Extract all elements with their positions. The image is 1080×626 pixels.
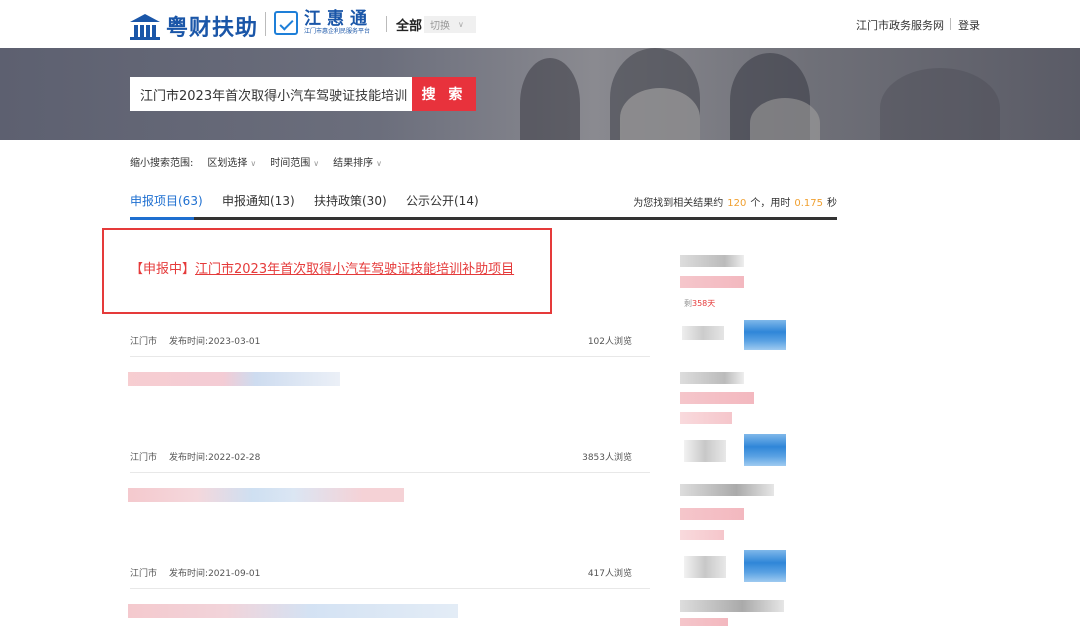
divider <box>386 16 387 32</box>
login-link[interactable]: 登录 <box>958 17 980 33</box>
sub-brand-logo[interactable]: 江惠通 江门市惠企利民服务平台 <box>274 10 373 36</box>
row-divider <box>130 472 650 473</box>
filter-sort-dropdown[interactable]: 结果排序 ∨ <box>333 154 382 169</box>
result-meta: 江门市 发布时间:2022-02-28 <box>130 453 261 463</box>
blurred-button <box>744 434 786 466</box>
blurred-button <box>744 550 786 582</box>
filter-time-dropdown[interactable]: 时间范围 ∨ <box>270 154 319 169</box>
gov-service-link[interactable]: 江门市政务服务网 <box>856 17 944 33</box>
view-count: 3853人浏览 <box>582 453 632 463</box>
top-bar: 粤财扶助 江惠通 江门市惠企利民服务平台 全部 切换 ∨ 江门市政务服务网 登录 <box>0 0 1080 48</box>
divider <box>950 18 951 30</box>
divider <box>265 12 266 36</box>
blurred-text <box>680 276 744 288</box>
chevron-down-icon: ∨ <box>313 159 320 168</box>
search-input[interactable]: 江门市2023年首次取得小汽车驾驶证技能培训 <box>130 77 412 111</box>
tab-publicity[interactable]: 公示公开(14) <box>406 192 479 209</box>
result-stats: 为您找到相关结果约 120 个，用时 0.175 秒 <box>633 198 837 209</box>
brand-logo[interactable]: 粤财扶助 <box>130 10 258 42</box>
result-link[interactable]: 江门市2023年首次取得小汽车驾驶证技能培训补助项目 <box>195 262 514 277</box>
blurred-text <box>680 618 728 626</box>
blurred-text <box>680 508 744 520</box>
blurred-text <box>680 412 732 424</box>
blurred-text <box>680 600 784 612</box>
blurred-title <box>128 372 340 386</box>
blurred-text <box>680 530 724 540</box>
active-tab-indicator <box>130 217 194 220</box>
blurred-text <box>684 440 726 462</box>
sub-brand-name: 江惠通 <box>304 9 373 29</box>
tab-notices[interactable]: 申报通知(13) <box>222 192 295 209</box>
filter-label: 缩小搜索范围: <box>130 158 194 169</box>
status-badge: 【申报中】 <box>130 262 196 277</box>
tab-policies[interactable]: 扶持政策(30) <box>314 192 387 209</box>
chevron-down-icon: ∨ <box>250 159 257 168</box>
blurred-text <box>680 255 744 267</box>
row-divider <box>130 588 650 589</box>
filter-bar: 缩小搜索范围: 区划选择 ∨ 时间范围 ∨ 结果排序 ∨ <box>130 154 382 169</box>
view-count: 417人浏览 <box>587 569 632 579</box>
blurred-text <box>680 392 754 404</box>
search-banner: 江门市2023年首次取得小汽车驾驶证技能培训 搜 索 <box>0 48 1080 140</box>
result-meta: 江门市 发布时间:2023-03-01 <box>130 337 261 347</box>
jianghuitong-icon <box>274 11 298 35</box>
chevron-down-icon: ∨ <box>376 159 382 168</box>
switch-label: 切换 <box>430 21 450 32</box>
result-tabs: 申报项目(63) 申报通知(13) 扶持政策(30) 公示公开(14) 为您找到… <box>130 186 837 220</box>
days-remaining: 剩358天 <box>684 299 716 308</box>
row-divider <box>130 356 650 357</box>
result-title[interactable]: 【申报中】江门市2023年首次取得小汽车驾驶证技能培训补助项目 <box>130 258 514 277</box>
region-label: 全部 <box>396 19 423 34</box>
filter-region-dropdown[interactable]: 区划选择 ∨ <box>207 154 256 169</box>
blurred-button <box>744 320 786 350</box>
tab-projects[interactable]: 申报项目(63) <box>130 192 203 209</box>
blurred-text <box>680 372 744 384</box>
blurred-title <box>128 604 458 618</box>
result-meta: 江门市 发布时间:2021-09-01 <box>130 569 261 579</box>
view-count: 102人浏览 <box>587 337 632 347</box>
blurred-text <box>684 556 726 578</box>
region-switch-dropdown[interactable]: 切换 ∨ <box>424 16 476 33</box>
brand-name: 粤财扶助 <box>166 16 259 41</box>
blurred-text <box>680 484 774 496</box>
chevron-down-icon: ∨ <box>458 20 464 29</box>
blurred-title <box>128 488 404 502</box>
blurred-text <box>682 326 724 340</box>
search-button[interactable]: 搜 索 <box>412 77 476 111</box>
sub-brand-caption: 江门市惠企利民服务平台 <box>304 28 371 35</box>
bank-building-icon <box>130 12 160 40</box>
